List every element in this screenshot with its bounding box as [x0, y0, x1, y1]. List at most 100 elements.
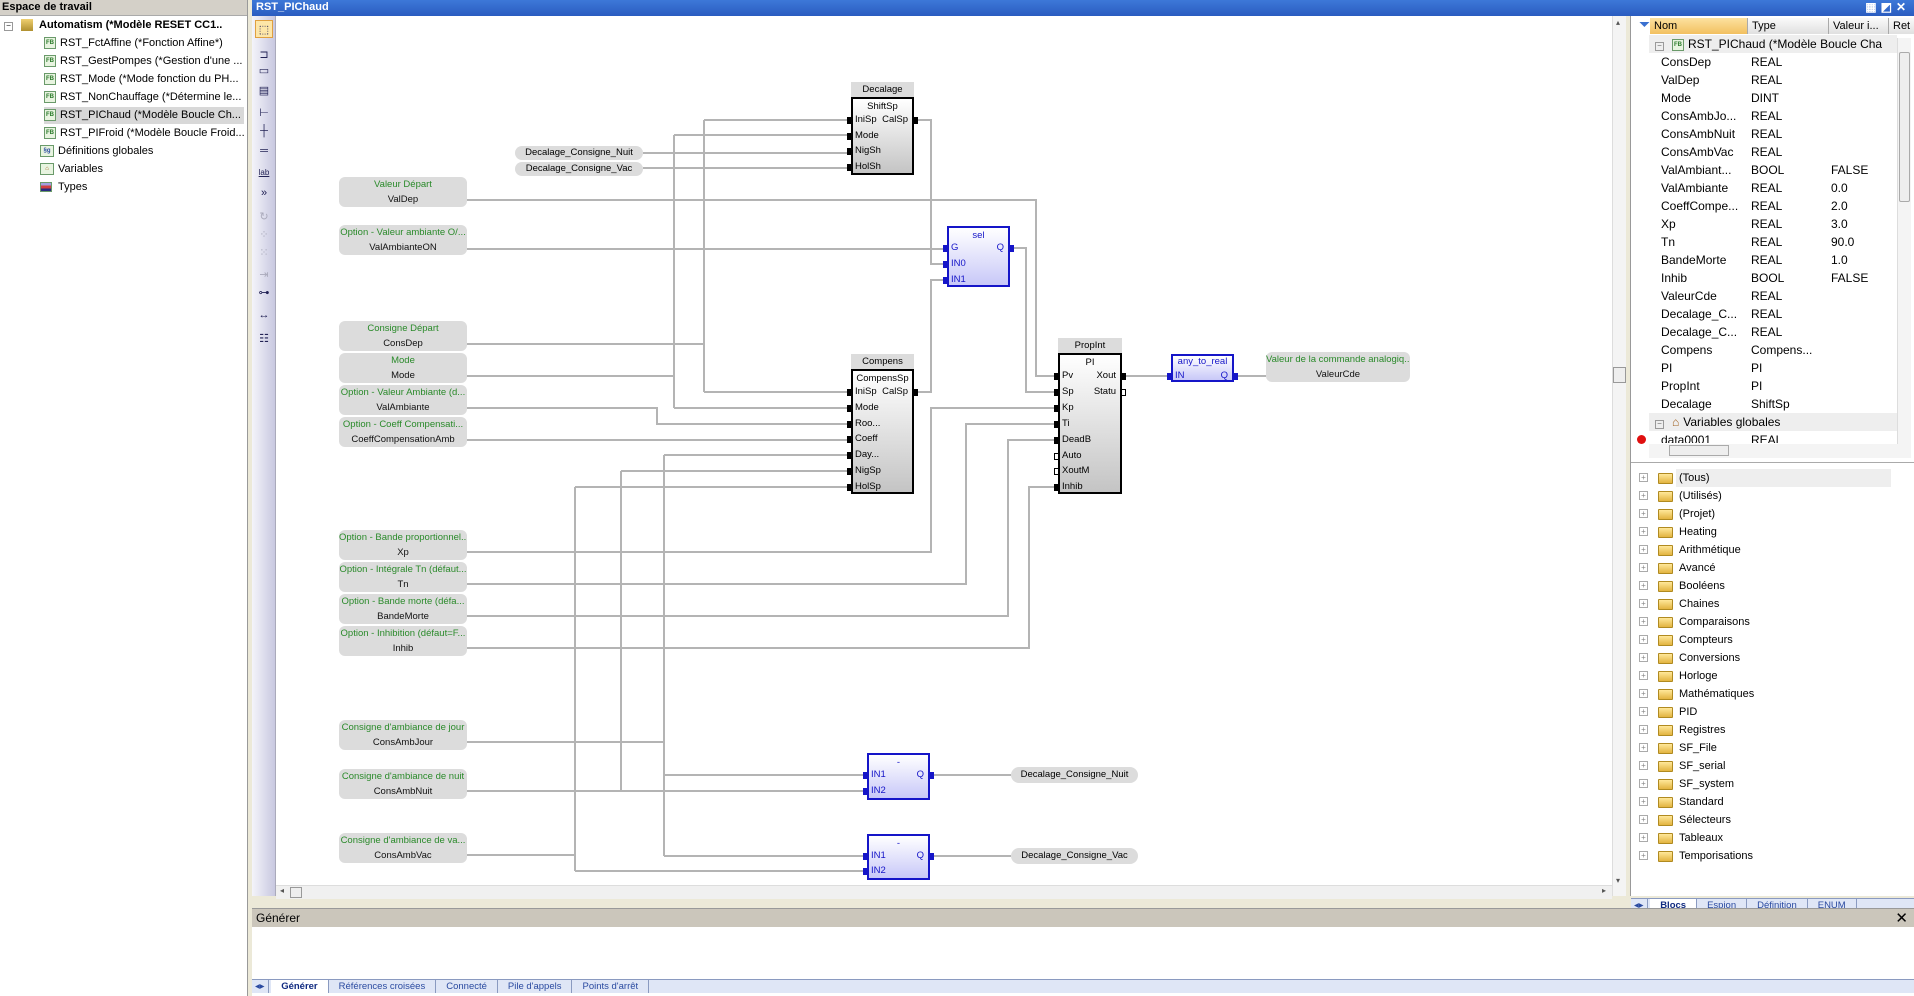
variable-cell[interactable]: BOOL: [1751, 269, 1784, 287]
variable-group[interactable]: − ⌂ Variables globales: [1649, 413, 1897, 431]
feedback-variable[interactable]: Decalage_Consigne_Vac: [515, 162, 643, 176]
output-pin[interactable]: [1233, 373, 1238, 380]
loop-icon[interactable]: ↻: [255, 208, 273, 226]
variable-cell[interactable]: PI: [1661, 359, 1672, 377]
library-folder[interactable]: + Sélecteurs: [1631, 811, 1891, 829]
library-folder[interactable]: + SF_File: [1631, 739, 1891, 757]
variable-cell[interactable]: BandeMorte: [1661, 251, 1726, 269]
expand-icon[interactable]: +: [1639, 707, 1648, 716]
variable-cell[interactable]: PI: [1751, 377, 1762, 395]
expand-icon[interactable]: +: [1639, 833, 1648, 842]
maximize-icon[interactable]: ◩: [1881, 0, 1896, 14]
expand-icon[interactable]: +: [1639, 815, 1648, 824]
variable-cell[interactable]: Decalage_C...: [1661, 323, 1737, 341]
library-folder[interactable]: + Booléens: [1631, 577, 1891, 595]
variable-cell[interactable]: REAL: [1751, 197, 1782, 215]
output-tab[interactable]: Connecté: [436, 980, 498, 993]
wire[interactable]: [467, 407, 851, 425]
input-pin[interactable]: [1054, 452, 1059, 460]
variable-cell[interactable]: ConsDep: [1661, 53, 1711, 71]
input-pin[interactable]: [847, 483, 852, 491]
feedback-variable[interactable]: Decalage_Consigne_Nuit: [515, 146, 643, 160]
wire[interactable]: [467, 486, 1058, 649]
output-pin[interactable]: [1121, 373, 1126, 380]
input-pin[interactable]: [847, 420, 852, 428]
variable-cell[interactable]: REAL: [1751, 143, 1782, 161]
output-variable[interactable]: Decalage_Consigne_Vac: [1011, 848, 1138, 864]
input-pin[interactable]: [943, 245, 948, 252]
network-icon[interactable]: ⁘: [255, 226, 273, 244]
library-folder[interactable]: + PID: [1631, 703, 1891, 721]
variable-cell[interactable]: ValDep: [1661, 71, 1699, 89]
variable-cell[interactable]: Compens: [1661, 341, 1712, 359]
vertical-scrollbar[interactable]: ▴ ▾: [1612, 16, 1626, 896]
input-pin[interactable]: [863, 868, 868, 875]
input-pin[interactable]: [1054, 420, 1059, 428]
expand-icon[interactable]: +: [1639, 779, 1648, 788]
scroll-thumb[interactable]: [1669, 445, 1729, 456]
input-variable[interactable]: Option - Inhibition (défaut=F... Inhib: [339, 626, 467, 656]
output-tab[interactable]: Références croisées: [329, 980, 437, 993]
output-variable[interactable]: Decalage_Consigne_Nuit: [1011, 767, 1138, 783]
input-pin[interactable]: [847, 404, 852, 412]
variable-cell[interactable]: REAL: [1751, 125, 1782, 143]
variable-cell[interactable]: Decalage: [1661, 395, 1712, 413]
variable-cell[interactable]: REAL: [1751, 305, 1782, 323]
input-pin[interactable]: [847, 436, 852, 444]
function-block[interactable]: ShiftSp IniSp Mode NigSh HolSh CalSp: [847, 97, 918, 175]
scroll-down-icon[interactable]: ▾: [1616, 876, 1620, 885]
input-variable[interactable]: Consigne d'ambiance de jour ConsAmbJour: [339, 720, 467, 750]
expand-icon[interactable]: +: [1639, 761, 1648, 770]
wire[interactable]: [914, 119, 947, 265]
library-folder[interactable]: + Registres: [1631, 721, 1891, 739]
tab-scroll-icon[interactable]: ◂▸: [252, 980, 269, 993]
function-block[interactable]: CompensSp IniSp Mode Roo... Coeff Day... NigSp…: [847, 369, 918, 494]
variable-cell[interactable]: Inhib: [1661, 269, 1687, 287]
collapse-icon[interactable]: −: [1655, 420, 1664, 429]
input-pin[interactable]: [1054, 388, 1059, 396]
output-variable[interactable]: Valeur de la commande analogiq... ValeurC…: [1266, 352, 1410, 382]
input-pin[interactable]: [847, 148, 852, 156]
variable-cell[interactable]: REAL: [1751, 107, 1782, 125]
library-folder[interactable]: + SF_system: [1631, 775, 1891, 793]
grid-icon[interactable]: ⁙: [255, 244, 273, 262]
variable-cell[interactable]: REAL: [1751, 233, 1782, 251]
variable-cell[interactable]: Tn: [1661, 233, 1675, 251]
input-pin[interactable]: [863, 772, 868, 779]
contact-icon[interactable]: ⊢: [255, 104, 273, 122]
output-pin[interactable]: [929, 772, 934, 779]
input-variable[interactable]: Option - Coeff Compensati... CoeffCompens…: [339, 417, 467, 447]
input-pin[interactable]: [1167, 373, 1172, 380]
variable-cell[interactable]: REAL: [1751, 431, 1782, 443]
output-pin[interactable]: [1121, 388, 1126, 396]
variable-cell[interactable]: 90.0: [1831, 233, 1854, 251]
input-variable[interactable]: Consigne d'ambiance de va... ConsAmbVac: [339, 833, 467, 863]
tile-icon[interactable]: ▦: [1865, 0, 1880, 14]
collapse-icon[interactable]: −: [1655, 42, 1664, 51]
filter-icon[interactable]: ⏷: [1639, 16, 1650, 33]
output-pin[interactable]: [913, 117, 918, 124]
library-folder[interactable]: + Tableaux: [1631, 829, 1891, 847]
tree-item[interactable]: ⌂ Variables: [40, 161, 103, 178]
library-folder[interactable]: + (Projet): [1631, 505, 1891, 523]
expand-icon[interactable]: +: [1639, 851, 1648, 860]
library-folder[interactable]: + Comparaisons: [1631, 613, 1891, 631]
variable-cell[interactable]: CoeffCompe...: [1661, 197, 1738, 215]
input-variable[interactable]: Option - Bande morte (défa... BandeMorte: [339, 594, 467, 624]
tree-root-automatism[interactable]: − Automatism (*Modèle RESET CC1..: [4, 17, 222, 34]
input-pin[interactable]: [847, 132, 852, 140]
input-variable[interactable]: Consigne Départ ConsDep: [339, 321, 467, 351]
library-folder[interactable]: + Arithmétique: [1631, 541, 1891, 559]
expand-icon[interactable]: +: [1639, 725, 1648, 734]
scroll-up-icon[interactable]: ▴: [1616, 18, 1620, 27]
input-pin[interactable]: [943, 261, 948, 268]
library-folder[interactable]: + SF_serial: [1631, 757, 1891, 775]
expand-icon[interactable]: +: [1639, 671, 1648, 680]
variable-cell[interactable]: 1.0: [1831, 251, 1848, 269]
input-pin[interactable]: [1054, 436, 1059, 444]
variable-cell[interactable]: REAL: [1751, 323, 1782, 341]
variable-cell[interactable]: REAL: [1751, 179, 1782, 197]
expand-icon[interactable]: +: [1639, 563, 1648, 572]
input-pin[interactable]: [1054, 404, 1059, 412]
variable-cell[interactable]: 2.0: [1831, 197, 1848, 215]
